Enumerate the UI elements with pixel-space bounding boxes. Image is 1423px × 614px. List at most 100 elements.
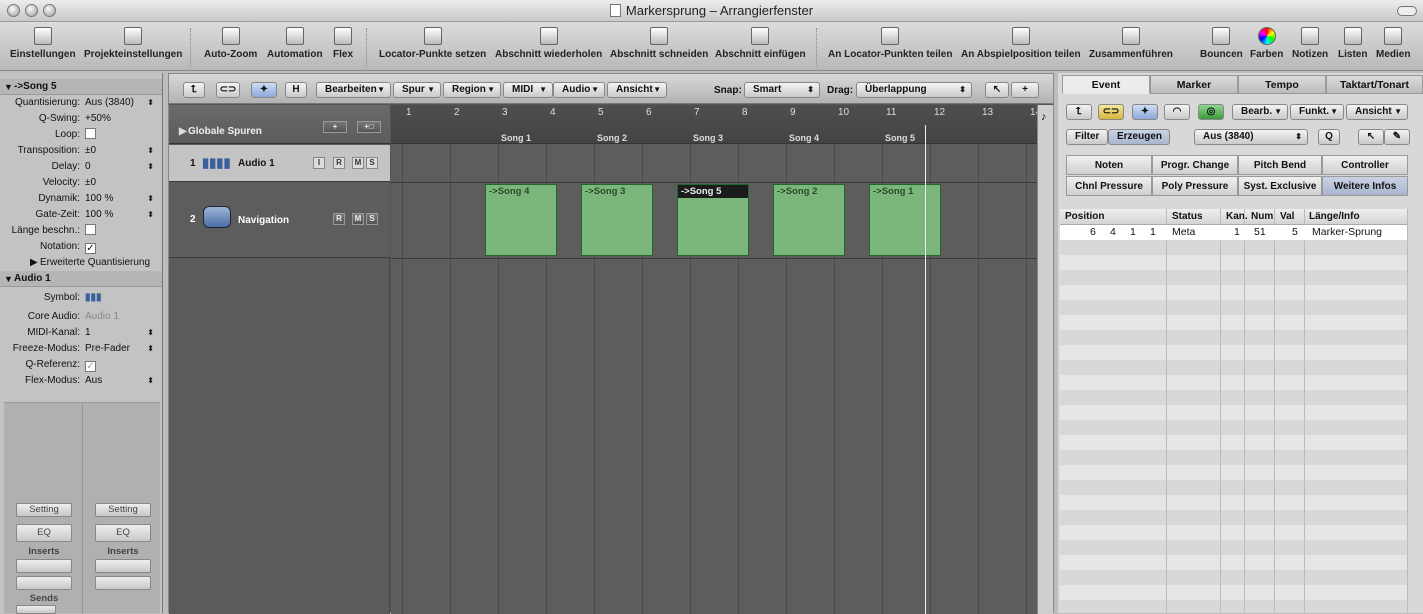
menu-view[interactable]: Ansicht ▼ (607, 82, 667, 98)
stepper-icon[interactable]: ⬍ (147, 373, 154, 389)
filter-button[interactable]: Filter (1066, 129, 1108, 145)
menu-audio[interactable]: Audio ▼ (553, 82, 605, 98)
param-notation[interactable]: Notation: ✓ (0, 239, 162, 255)
marker-song-1[interactable]: Song 1 (501, 133, 531, 143)
menu-edit[interactable]: Bearbeiten ▼ (316, 82, 391, 98)
stepper-icon[interactable]: ⬍ (147, 341, 154, 357)
playhead[interactable] (925, 125, 926, 614)
menu-funkt[interactable]: Funkt. ▼ (1290, 104, 1344, 120)
bounce-button[interactable]: Bouncen (1200, 27, 1243, 60)
region-song-4[interactable]: ->Song 4 (485, 184, 557, 256)
split-at-playhead-button[interactable]: An Abspielposition teilen (961, 27, 1081, 60)
stepper-icon[interactable]: ⬍ (147, 143, 154, 159)
flex-button[interactable]: Flex (333, 27, 353, 60)
insert-slot-left[interactable] (16, 576, 72, 590)
param-clip-length[interactable]: Länge beschn.: (0, 223, 162, 239)
menu-region[interactable]: Region ▼ (443, 82, 501, 98)
type-poly-pressure[interactable]: Poly Pressure (1152, 176, 1238, 196)
insert-slot-left[interactable] (16, 559, 72, 573)
global-tracks-header[interactable]: ▶ Globale Spuren + +□ (169, 105, 390, 144)
marker-song-2[interactable]: Song 2 (597, 133, 627, 143)
type-sysex[interactable]: Syst. Exclusive (1238, 176, 1322, 196)
stepper-icon[interactable]: ⬍ (147, 191, 154, 207)
record-enable-button[interactable]: R (333, 157, 345, 169)
track-header-audio1[interactable]: 1 ▮▮▮▮ Audio 1 I R M S (169, 145, 390, 182)
link-button[interactable]: ⊂⊃ (1098, 104, 1124, 120)
cut-section-button[interactable]: Abschnitt schneiden (610, 27, 708, 60)
tab-event[interactable]: Event (1062, 75, 1150, 94)
loop-checkbox[interactable] (85, 128, 96, 139)
repeat-section-button[interactable]: Abschnitt wiederholen (495, 27, 602, 60)
param-loop[interactable]: Loop: (0, 127, 162, 143)
auto-zoom-button[interactable]: Auto-Zoom (204, 27, 257, 60)
catch-button[interactable]: ✦ (1132, 104, 1158, 120)
marker-song-5[interactable]: Song 5 (885, 133, 915, 143)
col-position[interactable]: Position (1065, 210, 1104, 224)
notation-checkbox[interactable]: ✓ (85, 243, 96, 254)
solo-button[interactable]: S (366, 213, 378, 225)
type-more-info[interactable]: Weitere Infos (1322, 176, 1408, 196)
vertical-scrollbar[interactable]: ♪ (1037, 105, 1053, 614)
region-song-3[interactable]: ->Song 3 (581, 184, 653, 256)
midi-in-button[interactable]: ◠ (1164, 104, 1190, 120)
type-pitch-bend[interactable]: Pitch Bend (1238, 155, 1322, 175)
solo-button[interactable]: S (366, 157, 378, 169)
menu-midi[interactable]: MIDI ▼ (503, 82, 553, 98)
eq-button-right[interactable]: EQ (95, 524, 151, 542)
create-button[interactable]: Erzeugen (1108, 129, 1170, 145)
menu-track[interactable]: Spur ▼ (393, 82, 441, 98)
colors-button[interactable]: Farben (1250, 27, 1283, 60)
set-locators-button[interactable]: Locator-Punkte setzen (379, 27, 486, 60)
param-flex-mode[interactable]: Flex-Modus: Aus ⬍ (0, 373, 162, 389)
project-settings-button[interactable]: Projekteinstellungen (84, 27, 182, 60)
snap-select[interactable]: Smart ⬍ (744, 82, 820, 98)
midi-out-button[interactable]: ◎ (1198, 104, 1224, 120)
insert-slot-right[interactable] (95, 576, 151, 590)
insert-section-button[interactable]: Abschnitt einfügen (715, 27, 806, 60)
region-song-5[interactable]: ->Song 5 (677, 184, 749, 256)
catch-button[interactable]: ✦ (251, 82, 277, 98)
setting-button-left[interactable]: Setting (16, 503, 72, 517)
param-velocity[interactable]: Velocity: ±0 (0, 175, 162, 191)
type-controller[interactable]: Controller (1322, 155, 1408, 175)
bar-ruler[interactable]: 1 2 3 4 5 6 7 8 9 10 11 12 13 14 Song 1 … (391, 105, 1037, 144)
tab-tempo[interactable]: Tempo (1238, 75, 1326, 94)
param-quantize[interactable]: Quantisierung: Aus (3840) ⬍ (0, 95, 162, 111)
pointer-tool-button[interactable]: ↖ (1358, 129, 1384, 145)
merge-button[interactable]: Zusammenführen (1089, 27, 1173, 60)
media-button[interactable]: Medien (1376, 27, 1410, 60)
hide-button[interactable]: H (285, 82, 307, 98)
drag-select[interactable]: Überlappung ⬍ (856, 82, 972, 98)
clip-length-checkbox[interactable] (85, 224, 96, 235)
q-reference-checkbox[interactable]: ✓ (85, 361, 96, 372)
region-song-2[interactable]: ->Song 2 (773, 184, 845, 256)
split-at-locators-button[interactable]: An Locator-Punkten teilen (828, 27, 952, 60)
mute-button[interactable]: M (352, 157, 364, 169)
marker-song-3[interactable]: Song 3 (693, 133, 723, 143)
record-enable-button[interactable]: R (333, 213, 345, 225)
region-parameter-header[interactable]: ▼ ->Song 5 (0, 79, 162, 95)
region-song-1[interactable]: ->Song 1 (869, 184, 941, 256)
notes-button[interactable]: Notizen (1292, 27, 1328, 60)
mute-button[interactable]: M (352, 213, 364, 225)
param-delay[interactable]: Delay: 0 ⬍ (0, 159, 162, 175)
pencil-tool-button[interactable]: + (1011, 82, 1039, 98)
eq-button-left[interactable]: EQ (16, 524, 72, 542)
input-monitor-button[interactable]: I (313, 157, 325, 169)
stepper-icon[interactable]: ⬍ (147, 325, 154, 341)
param-qswing[interactable]: Q-Swing: +50% (0, 111, 162, 127)
pointer-tool-button[interactable]: ↖ (985, 82, 1009, 98)
param-freeze-mode[interactable]: Freeze-Modus: Pre-Fader ⬍ (0, 341, 162, 357)
param-q-reference[interactable]: Q-Referenz: ✓ (0, 357, 162, 373)
param-dynamics[interactable]: Dynamik: 100 % ⬍ (0, 191, 162, 207)
col-length-info[interactable]: Länge/Info (1309, 210, 1360, 224)
quantize-button[interactable]: Q (1318, 129, 1340, 145)
toolbar-toggle-button[interactable] (1397, 6, 1417, 16)
arrange-grid[interactable]: 1 2 3 4 5 6 7 8 9 10 11 12 13 14 Song 1 … (391, 105, 1037, 614)
stepper-icon[interactable]: ⬍ (147, 95, 154, 111)
extended-quantize-toggle[interactable]: ▶ Erweiterte Quantisierung (0, 255, 162, 271)
insert-slot-right[interactable] (95, 559, 151, 573)
lists-button[interactable]: Listen (1338, 27, 1367, 60)
link-button[interactable]: ⊂⊃ (216, 82, 240, 98)
param-midi-channel[interactable]: MIDI-Kanal: 1 ⬍ (0, 325, 162, 341)
